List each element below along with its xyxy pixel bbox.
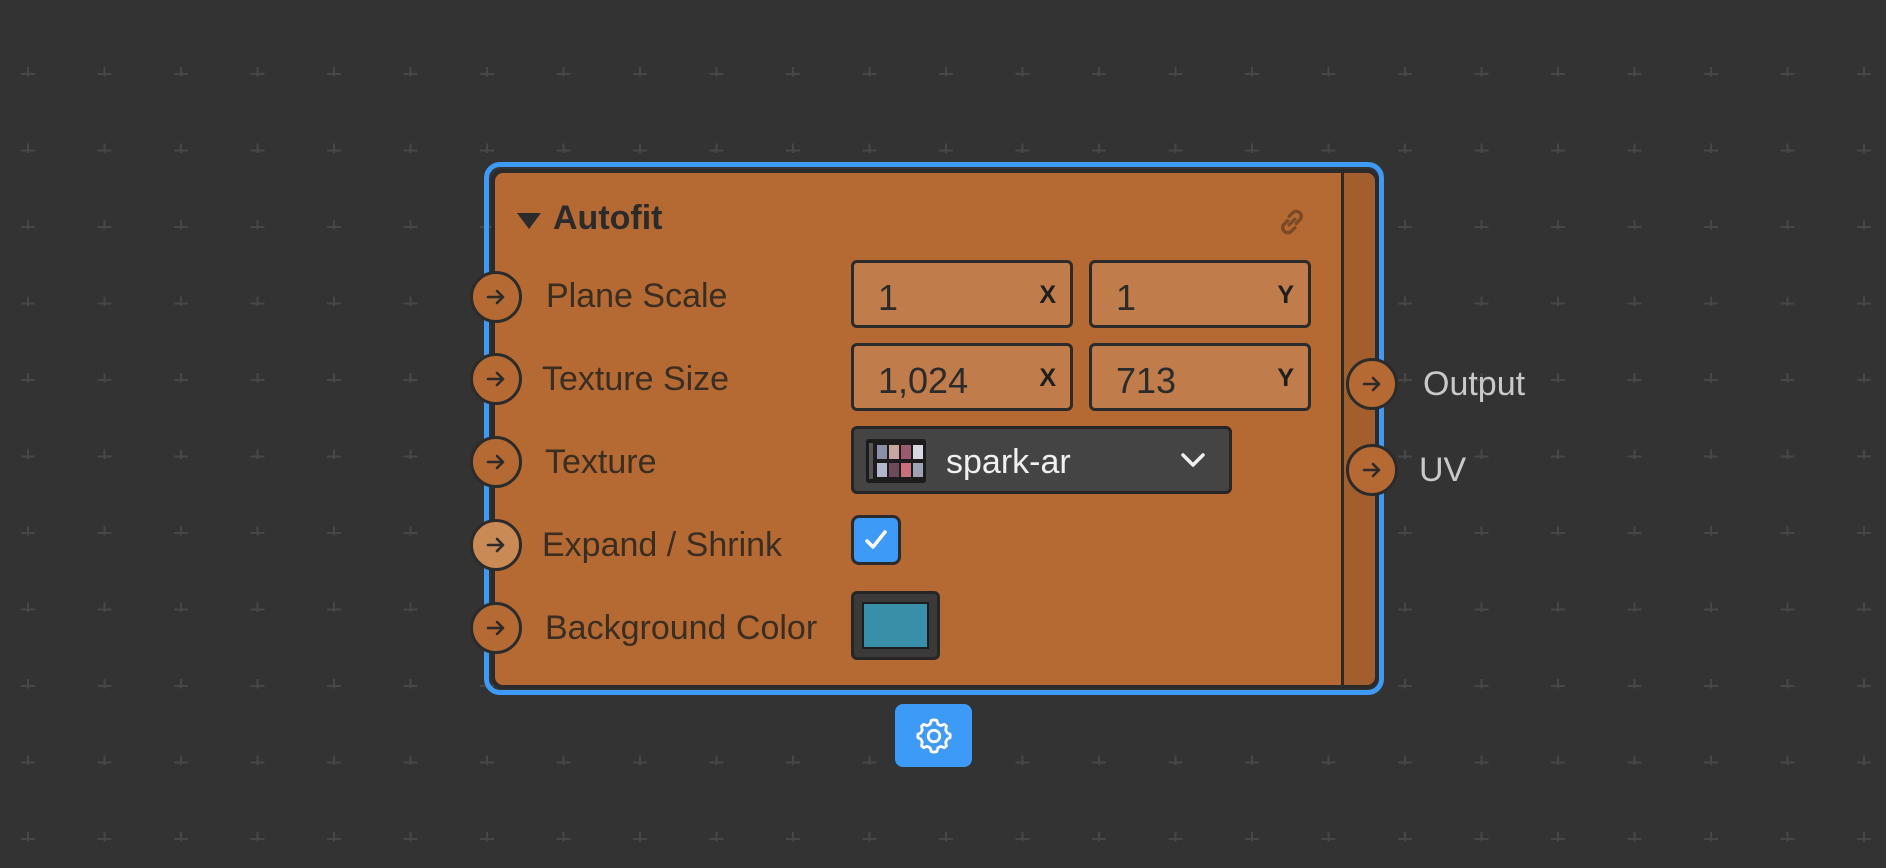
plane-scale-x-field[interactable]: 1 X: [851, 260, 1073, 328]
settings-gear-icon: [916, 718, 952, 754]
arrow-right-icon: [486, 371, 505, 387]
background-color-input-port[interactable]: [470, 602, 522, 654]
texture-dropdown-value: spark-ar: [946, 443, 1071, 481]
background-color-label: Background Color: [545, 609, 818, 647]
background-color-swatch[interactable]: [851, 591, 940, 660]
arrow-right-icon: [1362, 462, 1381, 478]
y-axis-label: Y: [1277, 364, 1294, 392]
chevron-down-icon: [1181, 453, 1205, 467]
texture-size-x-field[interactable]: 1,024 X: [851, 343, 1073, 411]
texture-thumbnail: [866, 439, 926, 483]
expand-shrink-checkbox[interactable]: [851, 515, 901, 565]
plane-scale-input-port[interactable]: [470, 271, 522, 323]
plane-scale-y-field[interactable]: 1 Y: [1089, 260, 1311, 328]
expand-shrink-label: Expand / Shrink: [542, 526, 783, 564]
expand-shrink-input-port[interactable]: [470, 519, 522, 571]
arrow-right-icon: [486, 454, 505, 470]
checkmark-icon: [865, 530, 887, 549]
y-axis-label: Y: [1277, 281, 1294, 309]
output-port[interactable]: [1346, 358, 1398, 410]
arrow-right-icon: [486, 289, 505, 305]
texture-dropdown[interactable]: spark-ar: [851, 426, 1232, 494]
node-title: Autofit: [553, 199, 663, 237]
node-settings-button[interactable]: [895, 704, 972, 767]
background-color-fill: [862, 602, 929, 649]
arrow-right-icon: [486, 537, 505, 553]
x-axis-label: X: [1039, 281, 1056, 309]
texture-input-port[interactable]: [470, 436, 522, 488]
texture-size-input-port[interactable]: [470, 353, 522, 405]
texture-size-label: Texture Size: [542, 360, 730, 398]
link-icon[interactable]: [1275, 205, 1309, 239]
texture-size-x-value: 1,024: [878, 360, 969, 401]
node-output-strip: [1341, 173, 1375, 685]
arrow-right-icon: [486, 620, 505, 636]
texture-size-y-value: 713: [1116, 360, 1177, 401]
output-label: Output: [1423, 365, 1526, 403]
plane-scale-label: Plane Scale: [546, 277, 728, 315]
x-axis-label: X: [1039, 364, 1056, 392]
texture-size-y-field[interactable]: 713 Y: [1089, 343, 1311, 411]
caret-down-icon[interactable]: [517, 213, 541, 229]
texture-label: Texture: [545, 443, 657, 481]
uv-output-port[interactable]: [1346, 444, 1398, 496]
plane-scale-x-value: 1: [878, 277, 899, 318]
plane-scale-y-value: 1: [1116, 277, 1137, 318]
uv-output-label: UV: [1419, 451, 1467, 489]
arrow-right-icon: [1362, 376, 1381, 392]
